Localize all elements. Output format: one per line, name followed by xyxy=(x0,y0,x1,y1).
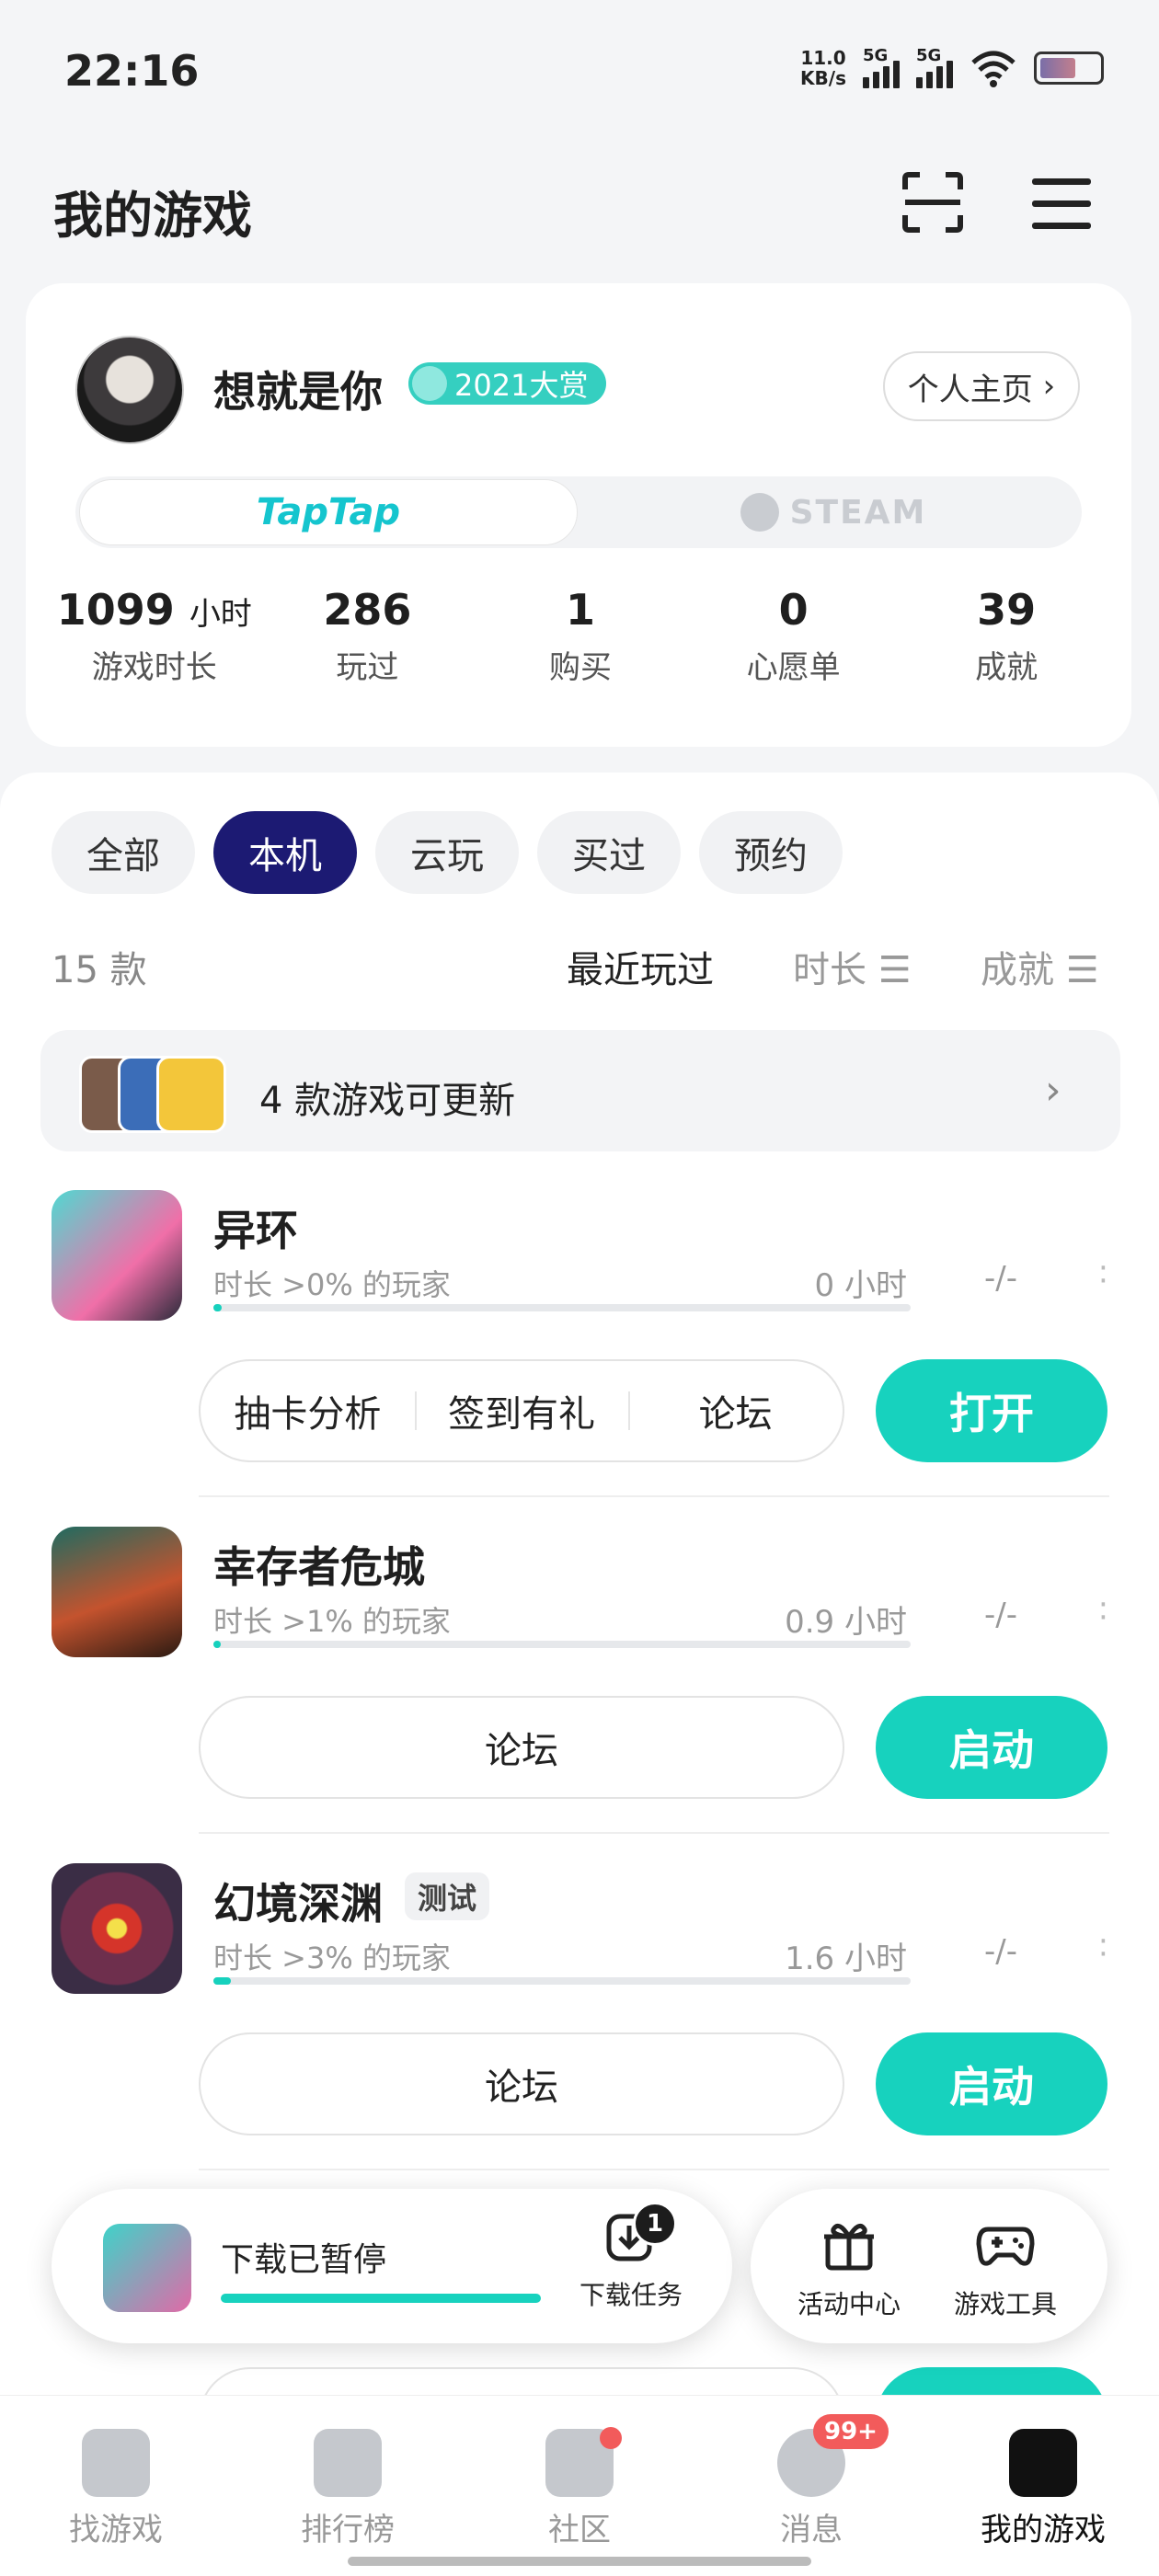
signal-icon: 5G xyxy=(863,46,900,88)
my-games-icon xyxy=(1009,2429,1077,2497)
username: 想就是你 xyxy=(213,367,383,417)
more-icon[interactable]: · · xyxy=(1098,1589,1108,1633)
game-actions: 论坛 xyxy=(199,1696,844,1799)
tab-taptap[interactable]: TapTap xyxy=(79,479,578,545)
award-badge[interactable]: 2021大赏 xyxy=(408,362,607,405)
game-player-rank: 时长 >1% 的玩家 xyxy=(213,1604,451,1639)
chevron-right-icon: › xyxy=(1045,1067,1061,1114)
page-title: 我的游戏 xyxy=(53,187,252,245)
steam-icon xyxy=(740,493,779,532)
forum-button[interactable]: 论坛 xyxy=(628,1384,843,1437)
stat-achievements[interactable]: 39 成就 xyxy=(900,585,1113,687)
nav-my-games[interactable]: 我的游戏 xyxy=(927,2396,1159,2576)
game-title[interactable]: 幻境深渊 xyxy=(213,1871,383,1931)
gamepad-icon xyxy=(976,2227,1035,2266)
nav-messages[interactable]: 99+ 消息 xyxy=(695,2396,927,2576)
profile-home-button[interactable]: 个人主页 › xyxy=(883,351,1080,421)
game-icon[interactable] xyxy=(52,1527,182,1657)
award-icon xyxy=(412,366,447,401)
game-achievements: -/- xyxy=(984,1933,1017,1970)
stat-played[interactable]: 286 玩过 xyxy=(261,585,475,687)
filter-all[interactable]: 全部 xyxy=(52,811,195,894)
game-hours: 0.9 小时 xyxy=(785,1604,907,1641)
playtime-progress xyxy=(213,1304,911,1311)
status-time: 22:16 xyxy=(64,46,200,96)
game-achievements: -/- xyxy=(984,1597,1017,1633)
download-progress xyxy=(221,2294,541,2303)
playtime-progress xyxy=(213,1641,911,1648)
nav-discover[interactable]: 找游戏 xyxy=(0,2396,232,2576)
ranking-icon xyxy=(314,2429,382,2497)
community-dot xyxy=(600,2427,622,2449)
update-text: 4 款游戏可更新 xyxy=(259,1080,516,1122)
gacha-analysis-button[interactable]: 抽卡分析 xyxy=(201,1384,415,1437)
net-speed: 11.0 KB/s xyxy=(800,47,846,89)
message-badge: 99+ xyxy=(813,2414,889,2449)
checkin-button[interactable]: 签到有礼 xyxy=(414,1384,629,1437)
stat-playtime[interactable]: 1099 小时 游戏时长 xyxy=(48,585,261,687)
game-icon[interactable] xyxy=(52,1863,182,1994)
activity-center-button[interactable]: 活动中心 xyxy=(780,2216,918,2321)
download-status: 下载已暂停 xyxy=(221,2241,387,2279)
more-icon[interactable]: · · xyxy=(1098,1926,1108,1970)
game-count: 15 款 xyxy=(52,949,147,991)
battery-icon xyxy=(1034,52,1104,85)
bottom-nav: 找游戏 排行榜 社区 99+ 消息 我的游戏 xyxy=(0,2395,1159,2576)
more-icon[interactable]: · · xyxy=(1098,1253,1108,1297)
avatar[interactable] xyxy=(75,336,184,444)
download-count-badge: 1 xyxy=(633,2202,677,2246)
download-task-button[interactable]: 1 下载任务 xyxy=(567,2202,695,2312)
game-player-rank: 时长 >3% 的玩家 xyxy=(213,1941,451,1975)
nav-community[interactable]: 社区 xyxy=(464,2396,695,2576)
nav-ranking[interactable]: 排行榜 xyxy=(232,2396,464,2576)
menu-icon[interactable] xyxy=(1030,175,1093,232)
sort-achievements[interactable]: 成就 ☰ xyxy=(981,940,1099,993)
game-icon[interactable] xyxy=(52,1190,182,1321)
beta-tag: 测试 xyxy=(405,1872,490,1920)
divider xyxy=(199,2169,1109,2170)
sort-recent[interactable]: 最近玩过 xyxy=(567,940,714,993)
stat-purchased[interactable]: 1 购买 xyxy=(474,585,687,687)
divider xyxy=(199,1495,1109,1497)
game-hours: 1.6 小时 xyxy=(785,1941,907,1977)
filter-bought[interactable]: 买过 xyxy=(537,811,681,894)
signal-icon: 5G xyxy=(916,46,953,88)
tab-steam[interactable]: STEAM xyxy=(589,479,1078,545)
forum-button[interactable]: 论坛 xyxy=(201,2057,843,2111)
stat-wishlist[interactable]: 0 心愿单 xyxy=(687,585,901,687)
divider xyxy=(199,1832,1109,1834)
game-hours: 0 小时 xyxy=(814,1267,907,1304)
status-icons: 11.0 KB/s 5G 5G xyxy=(800,46,1104,89)
filter-reserved[interactable]: 预约 xyxy=(699,811,843,894)
forum-button[interactable]: 论坛 xyxy=(201,1721,843,1774)
home-indicator xyxy=(348,2557,811,2566)
filter-cloud[interactable]: 云玩 xyxy=(375,811,519,894)
stats-row: 1099 小时 游戏时长 286 玩过 1 购买 0 心愿单 39 成就 xyxy=(48,585,1113,687)
playtime-progress xyxy=(213,1977,911,1985)
launch-button[interactable]: 启动 xyxy=(876,1696,1107,1799)
launch-button[interactable]: 启动 xyxy=(876,2032,1107,2135)
game-achievements: -/- xyxy=(984,1260,1017,1297)
download-game-icon xyxy=(103,2224,191,2312)
discover-icon xyxy=(82,2429,150,2497)
open-button[interactable]: 打开 xyxy=(876,1359,1107,1462)
game-actions: 论坛 xyxy=(199,2032,844,2135)
scan-icon[interactable] xyxy=(900,169,966,235)
filter-chips: 全部 本机 云玩 买过 预约 xyxy=(52,811,843,894)
sort-playtime[interactable]: 时长 ☰ xyxy=(793,940,912,993)
gift-icon xyxy=(824,2223,874,2271)
game-title[interactable]: 幸存者危城 xyxy=(213,1534,425,1595)
game-tools-button[interactable]: 游戏工具 xyxy=(936,2216,1074,2321)
game-actions: 抽卡分析 签到有礼 论坛 xyxy=(199,1359,844,1462)
filter-local[interactable]: 本机 xyxy=(213,811,357,894)
game-title[interactable]: 异环 xyxy=(213,1197,298,1258)
game-player-rank: 时长 >0% 的玩家 xyxy=(213,1267,451,1302)
wifi-icon xyxy=(971,51,1016,87)
update-game-icon xyxy=(156,1056,226,1133)
